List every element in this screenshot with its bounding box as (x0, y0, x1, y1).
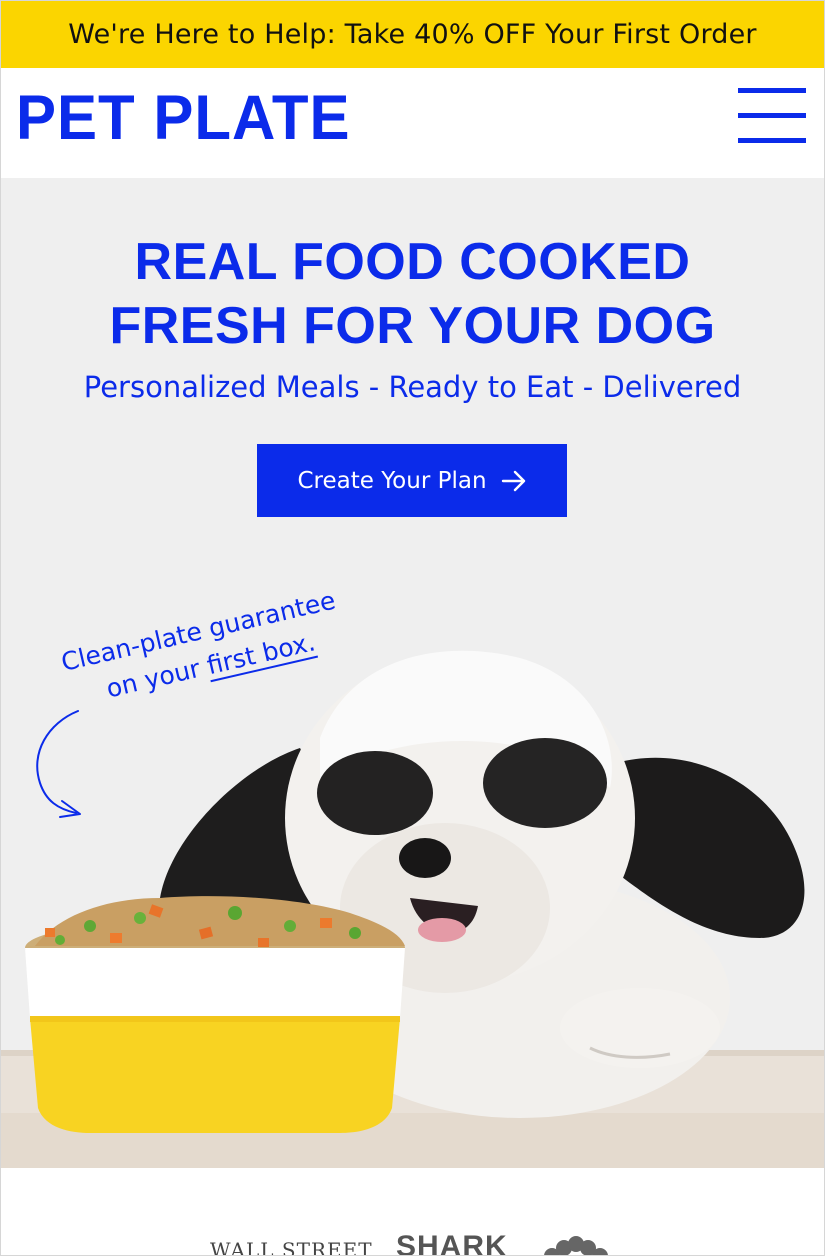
arrow-right-icon (501, 470, 525, 491)
press-logos-strip: WALL STREET SHARK (0, 1168, 825, 1256)
press-logo-shark-tank: SHARK (396, 1230, 508, 1256)
brand-logo[interactable]: PET PLATE (16, 80, 351, 156)
promo-banner[interactable]: We're Here to Help: Take 40% OFF Your Fi… (0, 0, 825, 68)
hero-subheading: Personalized Meals - Ready to Eat - Deli… (83, 370, 742, 404)
hero-headline: REAL FOOD COOKED FRESH FOR YOUR DOG (0, 230, 825, 358)
site-header: PET PLATE (0, 68, 825, 178)
headline-line-1: REAL FOOD COOKED (134, 233, 691, 291)
create-plan-label: Create Your Plan (297, 467, 487, 494)
headline-line-2: FRESH FOR YOUR DOG (109, 297, 716, 355)
promo-text: We're Here to Help: Take 40% OFF Your Fi… (68, 18, 757, 50)
create-plan-button[interactable]: Create Your Plan (257, 444, 567, 517)
hero-section: REAL FOOD COOKED FRESH FOR YOUR DOG Pers… (0, 178, 825, 1168)
curved-arrow-icon (36, 710, 81, 818)
nbc-peacock-logo-icon (544, 1236, 608, 1256)
press-logo-wsj: WALL STREET (210, 1238, 373, 1256)
hamburger-menu-icon[interactable] (738, 86, 806, 146)
